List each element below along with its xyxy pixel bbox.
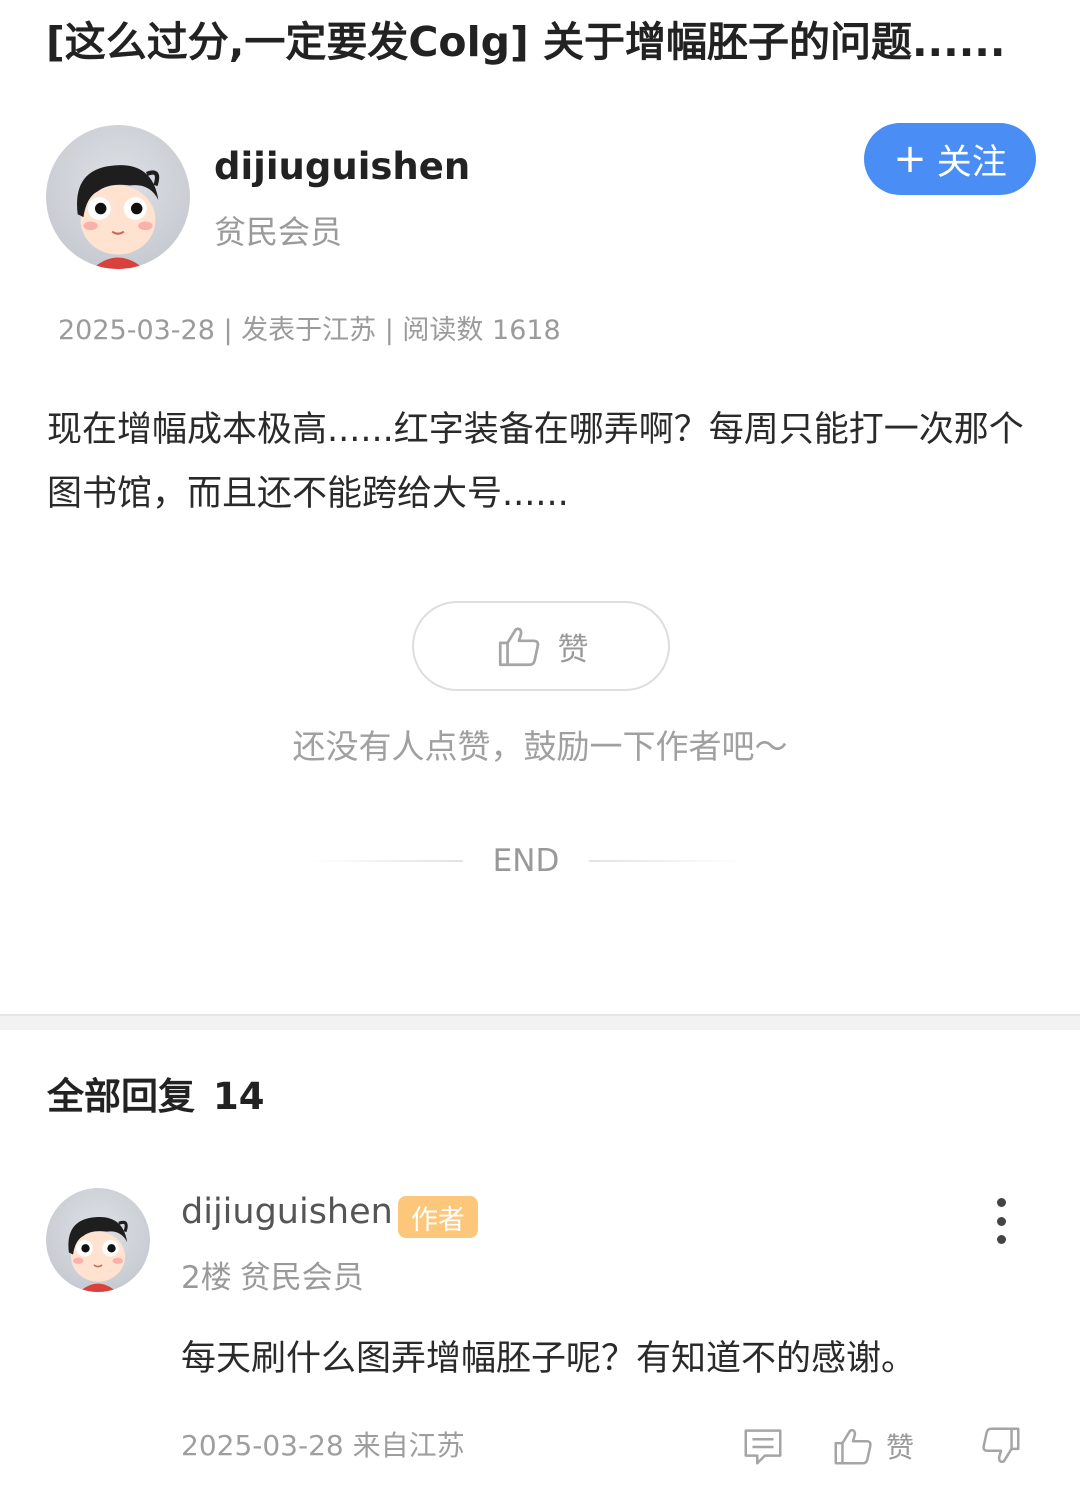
like-hint: 还没有人点赞，鼓励一下作者吧～ — [292, 727, 788, 766]
end-label: END — [492, 843, 560, 879]
reply-comment-button[interactable] — [740, 1420, 786, 1472]
reply-author-name[interactable]: dijiuguishen — [181, 1192, 393, 1232]
thumbs-up-icon — [498, 627, 539, 667]
more-vertical-icon[interactable] — [986, 1198, 1016, 1244]
more-dot — [996, 1235, 1006, 1244]
reply-body: 每天刷什么图弄增幅胚子呢？有知道不的感谢。 — [181, 1339, 917, 1379]
avatar-image — [68, 1216, 128, 1292]
author-avatar[interactable] — [46, 125, 190, 269]
follow-button[interactable]: + 关注 — [864, 123, 1036, 195]
reply-meta: 2025-03-28 来自江苏 — [181, 1429, 465, 1462]
post-title: [这么过分,一定要发Colg] 关于增幅胚子的问题...... — [46, 18, 1006, 66]
post-body: 现在增幅成本极高......红字装备在哪弄啊？每周只能打一次那个图书馆，而且还不… — [47, 410, 1024, 514]
end-divider-left — [310, 860, 463, 862]
end-marker: END — [310, 838, 742, 884]
reply-dislike-button[interactable] — [978, 1420, 1024, 1472]
reply-actions: 赞 — [740, 1420, 1030, 1472]
author-badge: 作者 — [398, 1196, 478, 1238]
replies-count: 14 — [213, 1075, 265, 1118]
author-name[interactable]: dijiuguishen — [214, 145, 470, 188]
more-dot — [996, 1216, 1006, 1226]
thumbs-down-icon — [982, 1427, 1020, 1464]
post-meta: 2025-03-28 | 发表于江苏 | 阅读数 1618 — [58, 315, 561, 346]
reply-like-label: 赞 — [886, 1431, 915, 1464]
like-button[interactable]: 赞 — [412, 601, 670, 691]
post-page: [这么过分,一定要发Colg] 关于增幅胚子的问题...... dijiugui… — [0, 0, 1080, 1486]
end-divider-right — [589, 860, 742, 862]
thumbs-up-icon — [834, 1428, 872, 1465]
section-divider — [0, 1014, 1080, 1030]
reply-author-role: 贫民会员 — [239, 1260, 364, 1296]
reply-floor-info: 2楼 贫民会员 — [181, 1252, 364, 1297]
replies-header: 全部回复 14 — [47, 1066, 265, 1120]
plus-icon: + — [893, 136, 927, 182]
follow-label: 关注 — [936, 142, 1007, 183]
more-dot — [996, 1198, 1006, 1207]
author-role: 贫民会员 — [214, 213, 343, 251]
reply-like-button[interactable]: 赞 — [830, 1420, 914, 1472]
reply-floor: 2楼 — [181, 1260, 232, 1296]
comment-icon — [744, 1429, 782, 1465]
reply-avatar[interactable] — [46, 1188, 150, 1292]
like-label: 赞 — [557, 631, 589, 668]
author-header: dijiuguishen 贫民会员 + 关注 — [46, 123, 1036, 275]
replies-label: 全部回复 — [47, 1075, 195, 1118]
avatar-image — [77, 165, 160, 269]
